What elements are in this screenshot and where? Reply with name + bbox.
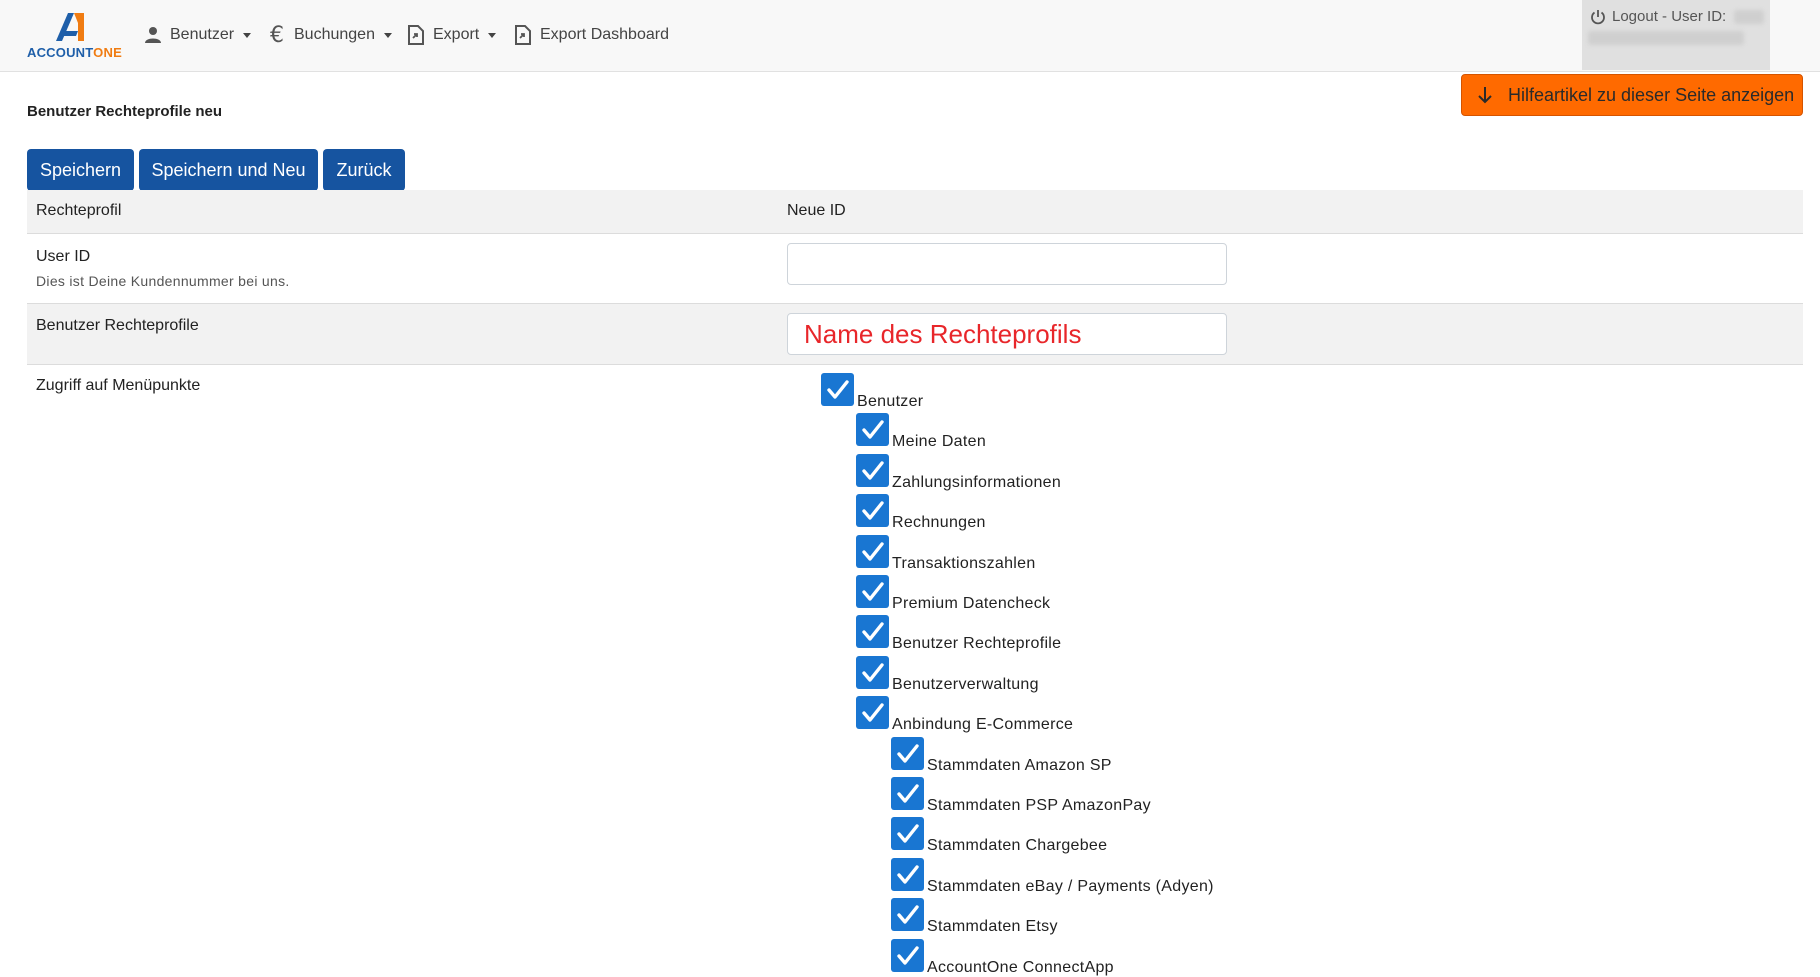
user-id-input[interactable] xyxy=(787,243,1227,285)
checkbox-checked-icon[interactable] xyxy=(891,858,924,891)
tree-item[interactable]: Benutzer Rechteprofile xyxy=(856,614,1061,652)
profile-id-row: Rechteprofil Neue ID xyxy=(27,190,1803,234)
checkbox-checked-icon[interactable] xyxy=(856,494,889,527)
tree-item[interactable]: Transaktionszahlen xyxy=(856,534,1036,572)
tree-item-label: Premium Datencheck xyxy=(892,595,1051,612)
checkbox-checked-icon[interactable] xyxy=(891,817,924,850)
user-info-box: Logout - User ID: xyxy=(1582,0,1770,70)
tree-item-label: Zahlungsinformationen xyxy=(892,474,1062,491)
tree-item[interactable]: Premium Datencheck xyxy=(856,574,1050,612)
checkbox-checked-icon[interactable] xyxy=(821,373,854,406)
profile-id-value: Neue ID xyxy=(787,202,846,219)
top-navbar: ACCOUNTONE Benutzer € Buchungen Export E… xyxy=(0,0,1820,72)
help-article-button[interactable]: Hilfeartikel zu dieser Seite anzeigen xyxy=(1461,74,1803,116)
user-id-label: User ID xyxy=(36,248,91,265)
tree-item-label: AccountOne ConnectApp xyxy=(927,959,1114,976)
tree-item-label: Rechnungen xyxy=(892,514,986,531)
nav-export-dashboard-label: Export Dashboard xyxy=(540,26,669,43)
nav-benutzer-dropdown[interactable]: Benutzer xyxy=(142,22,252,48)
checkbox-checked-icon[interactable] xyxy=(856,535,889,568)
page-title: Benutzer Rechteprofile neu xyxy=(27,103,223,120)
nav-export-label: Export xyxy=(433,26,480,43)
tree-item[interactable]: Stammdaten Chargebee xyxy=(891,816,1107,854)
tree-item-label: Benutzerverwaltung xyxy=(892,676,1039,693)
nav-benutzer-label: Benutzer xyxy=(170,26,235,43)
nav-export-dashboard-link[interactable]: Export Dashboard xyxy=(512,22,669,48)
logout-link[interactable]: Logout - User ID: xyxy=(1590,8,1726,25)
redacted-user-name xyxy=(1588,31,1744,45)
chevron-down-icon xyxy=(243,32,252,38)
redacted-user-id xyxy=(1734,10,1764,24)
tree-item[interactable]: Benutzerverwaltung xyxy=(856,655,1039,693)
chevron-down-icon xyxy=(488,32,497,38)
power-icon xyxy=(1590,9,1606,25)
tree-item-label: Stammdaten Amazon SP xyxy=(927,757,1112,774)
tree-item[interactable]: Anbindung E-Commerce xyxy=(856,695,1073,733)
tree-item-label: Transaktionszahlen xyxy=(892,555,1036,572)
user-icon xyxy=(142,24,164,46)
arrow-down-icon xyxy=(1476,85,1494,105)
profile-id-label: Rechteprofil xyxy=(36,202,122,219)
checkbox-checked-icon[interactable] xyxy=(856,696,889,729)
user-id-row: User ID Dies ist Deine Kundennummer bei … xyxy=(27,234,1803,304)
checkbox-checked-icon[interactable] xyxy=(891,777,924,810)
tree-item-label: Anbindung E-Commerce xyxy=(892,716,1074,733)
tree-item-label: Benutzer Rechteprofile xyxy=(892,635,1062,652)
euro-icon: € xyxy=(270,22,284,48)
checkbox-checked-icon[interactable] xyxy=(856,575,889,608)
help-article-label: Hilfeartikel zu dieser Seite anzeigen xyxy=(1508,84,1795,105)
tree-item[interactable]: AccountOne ConnectApp xyxy=(891,938,1114,976)
tree-item-label: Benutzer xyxy=(857,393,924,410)
checkbox-checked-icon[interactable] xyxy=(856,615,889,648)
tree-item[interactable]: Stammdaten eBay / Payments (Adyen) xyxy=(891,857,1214,895)
save-and-new-button[interactable]: Speichern und Neu xyxy=(139,149,318,191)
nav-buchungen-dropdown[interactable]: € Buchungen xyxy=(266,22,392,48)
tree-item[interactable]: Stammdaten Etsy xyxy=(891,897,1058,935)
tree-item-label: Meine Daten xyxy=(892,433,987,450)
checkbox-checked-icon[interactable] xyxy=(856,413,889,446)
tree-item-label: Stammdaten eBay / Payments (Adyen) xyxy=(927,878,1214,895)
user-id-hint: Dies ist Deine Kundennummer bei uns. xyxy=(36,273,290,289)
tree-item[interactable]: Stammdaten PSP AmazonPay xyxy=(891,776,1151,814)
checkbox-checked-icon[interactable] xyxy=(891,939,924,972)
tree-item[interactable]: Stammdaten Amazon SP xyxy=(891,736,1112,774)
tree-item[interactable]: Meine Daten xyxy=(856,412,986,450)
checkbox-checked-icon[interactable] xyxy=(891,898,924,931)
checkbox-checked-icon[interactable] xyxy=(891,737,924,770)
tree-item-label: Stammdaten PSP AmazonPay xyxy=(927,797,1151,814)
rights-profile-name-input[interactable] xyxy=(787,313,1227,355)
chevron-down-icon xyxy=(383,32,392,38)
logo-wordmark: ACCOUNTONE xyxy=(27,45,122,60)
checkbox-checked-icon[interactable] xyxy=(856,454,889,487)
tree-item-label: Stammdaten Etsy xyxy=(927,918,1058,935)
checkbox-checked-icon[interactable] xyxy=(856,656,889,689)
back-button[interactable]: Zurück xyxy=(323,149,405,191)
logout-label: Logout - User ID: xyxy=(1612,8,1727,25)
tree-item[interactable]: Rechnungen xyxy=(856,493,986,531)
menu-access-label: Zugriff auf Menüpunkte xyxy=(36,377,201,394)
file-export-icon xyxy=(405,24,427,46)
file-export-icon xyxy=(512,24,534,46)
logo-mark-icon xyxy=(56,13,84,41)
nav-buchungen-label: Buchungen xyxy=(294,26,375,43)
tree-item[interactable]: Benutzer xyxy=(821,372,923,410)
tree-item[interactable]: Zahlungsinformationen xyxy=(856,453,1061,491)
nav-export-dropdown[interactable]: Export xyxy=(405,22,497,48)
tree-item-label: Stammdaten Chargebee xyxy=(927,837,1108,854)
rights-profile-name-label: Benutzer Rechteprofile xyxy=(36,317,199,334)
accountone-logo[interactable]: ACCOUNTONE xyxy=(27,11,122,61)
rights-profile-name-row: Benutzer Rechteprofile xyxy=(27,304,1803,365)
save-button[interactable]: Speichern xyxy=(27,149,134,191)
